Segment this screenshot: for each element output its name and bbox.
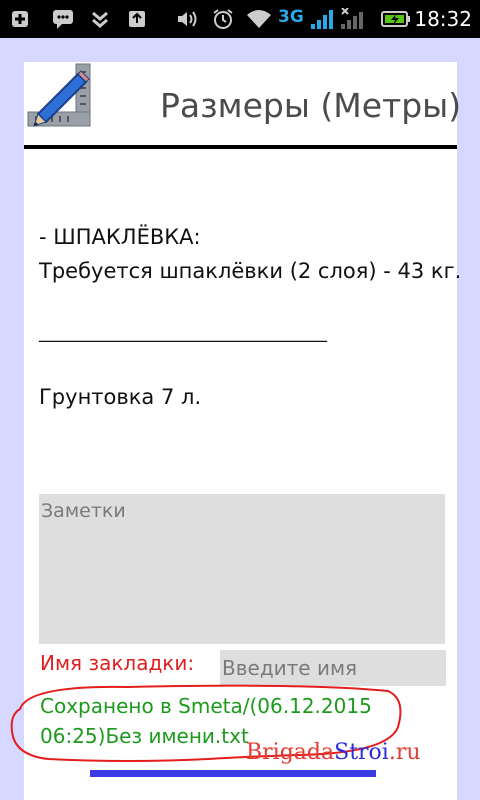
notes-field[interactable]: Заметки (39, 494, 445, 644)
watermark-part1: Brigada (246, 740, 335, 765)
header: Размеры (Метры) (24, 62, 461, 149)
watermark-part2: Stroi (334, 740, 389, 765)
status-bar: 3G 18:32 (0, 0, 480, 38)
watermark: BrigadaStroi.ru (246, 740, 421, 765)
bookmark-label: Имя закладки: (40, 651, 195, 675)
page-title: Размеры (Метры) (160, 86, 462, 125)
putty-result: Требуется шпаклёвки (2 слоя) - 43 кг. (39, 259, 462, 283)
saved-message-line1: Сохранено в Smeta/(06.12.2015 (40, 694, 372, 718)
bottom-action-bar[interactable] (90, 770, 376, 777)
upload-icon (126, 9, 148, 29)
pencil-ruler-icon (24, 62, 94, 132)
volume-icon (176, 9, 198, 29)
watermark-part3: .ru (388, 740, 421, 765)
chat-icon (52, 9, 74, 29)
wifi-icon (246, 9, 272, 29)
separator-line: ________________________________ (39, 322, 327, 343)
chevrons-down-icon (90, 9, 110, 29)
signal-icon (310, 9, 336, 29)
notes-placeholder: Заметки (41, 500, 126, 522)
clock: 18:32 (414, 7, 472, 31)
plus-square-icon (10, 9, 30, 29)
battery-charging-icon (380, 9, 412, 29)
network-type: 3G (278, 7, 304, 27)
section-title: - ШПАКЛЁВКА: (39, 225, 201, 249)
alarm-icon (212, 9, 234, 29)
primer-result: Грунтовка 7 л. (39, 385, 202, 409)
no-signal-icon (340, 8, 366, 29)
content-card: Размеры (Метры) - ШПАКЛЁВКА: Требуется ш… (10, 62, 461, 800)
header-divider (24, 145, 457, 149)
